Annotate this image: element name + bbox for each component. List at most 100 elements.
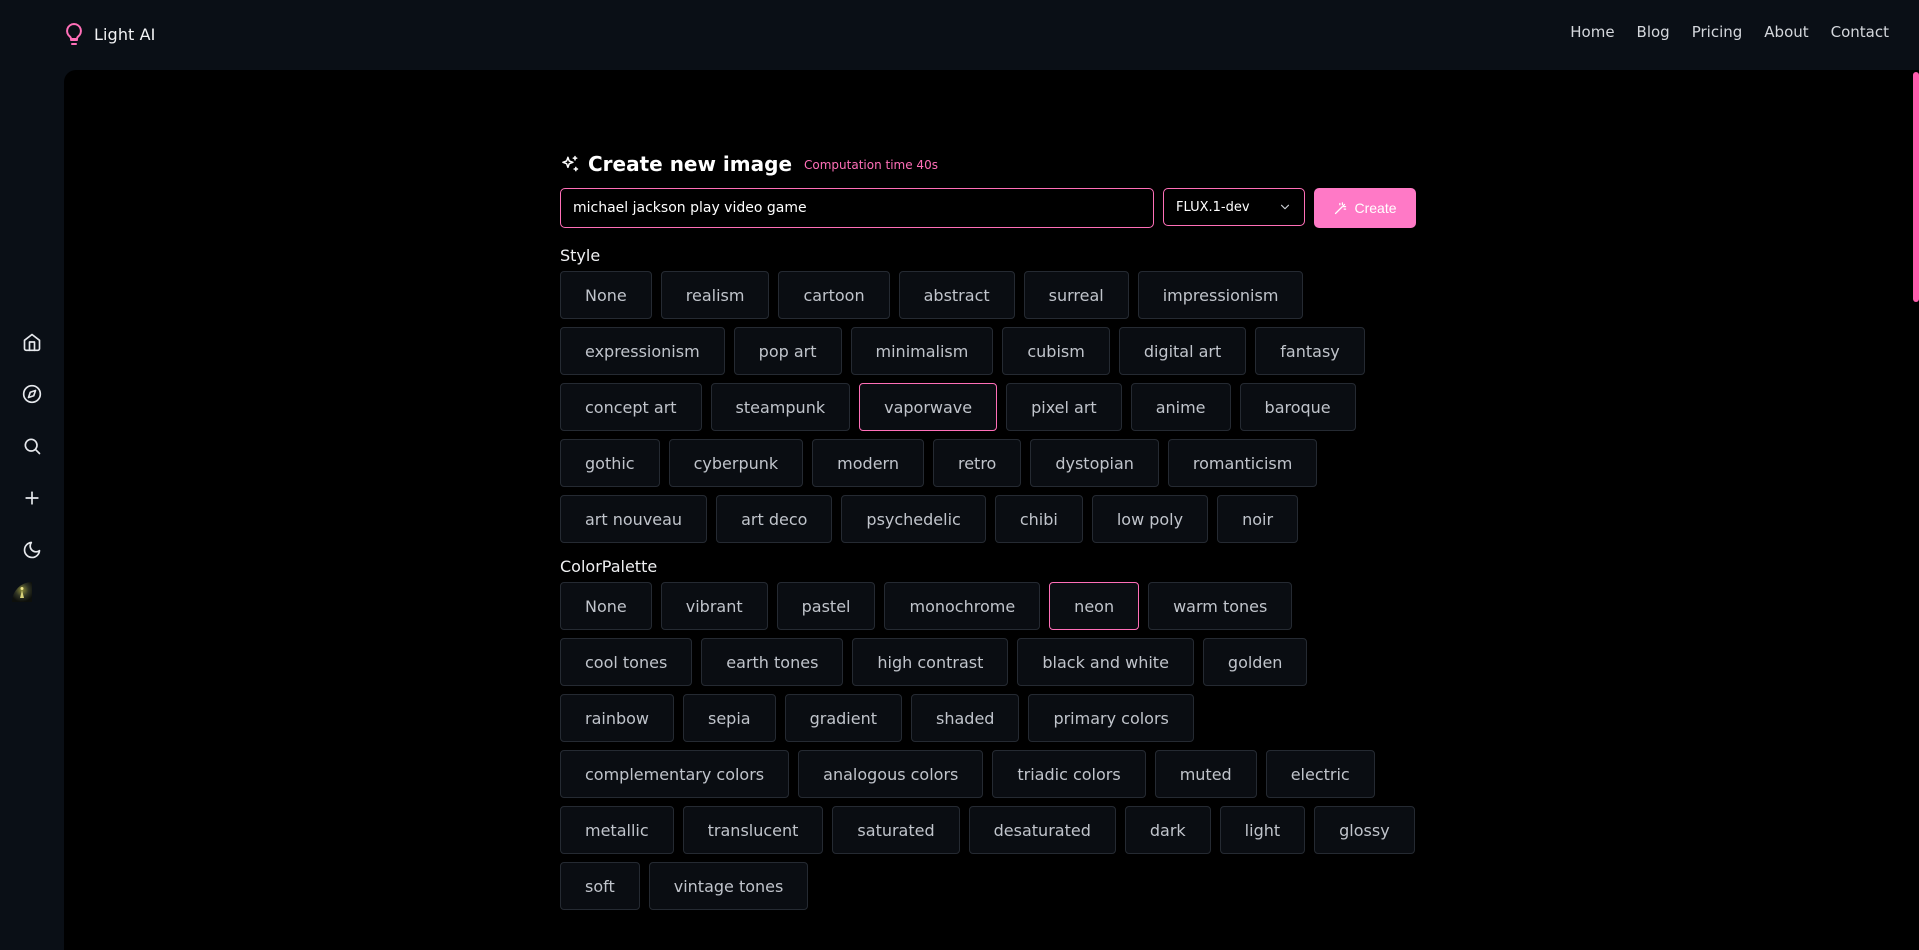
model-select[interactable]: FLUX.1-dev (1163, 188, 1305, 226)
style-chip[interactable]: fantasy (1255, 327, 1365, 375)
rail-explore-button[interactable] (12, 374, 52, 414)
palette-chip[interactable]: sepia (683, 694, 776, 742)
create-button-label: Create (1354, 200, 1397, 216)
brand-name: Light AI (94, 24, 156, 44)
palette-chip[interactable]: primary colors (1028, 694, 1194, 742)
nav-blog[interactable]: Blog (1637, 23, 1670, 41)
sidebar-rail (0, 322, 64, 634)
palette-chip[interactable]: earth tones (701, 638, 844, 686)
palette-chip[interactable]: dark (1124, 806, 1211, 854)
palette-chip[interactable]: cool tones (560, 638, 693, 686)
rail-search-button[interactable] (12, 426, 52, 466)
palette-chip[interactable]: metallic (560, 806, 674, 854)
moon-icon (23, 541, 41, 559)
create-image-form: Create new image Computation time 40s FL… (560, 150, 1420, 910)
scrollbar[interactable] (1913, 72, 1919, 302)
compass-icon (22, 384, 42, 404)
style-chip[interactable]: psychedelic (841, 495, 986, 543)
palette-chip[interactable]: monochrome (884, 582, 1041, 630)
style-chip[interactable]: digital art (1118, 327, 1247, 375)
color-palette-label: ColorPalette (560, 557, 658, 576)
palette-chip[interactable]: complementary colors (560, 750, 790, 798)
palette-chip[interactable]: analogous colors (798, 750, 984, 798)
palette-chip[interactable]: neon (1049, 582, 1140, 630)
style-chip[interactable]: chibi (994, 495, 1083, 543)
palette-chip[interactable]: shaded (911, 694, 1020, 742)
plus-icon (25, 491, 39, 505)
style-chip[interactable]: pixel art (1006, 383, 1122, 431)
rail-create-button[interactable] (12, 478, 52, 518)
home-icon (23, 333, 41, 352)
palette-chip[interactable]: warm tones (1148, 582, 1293, 630)
style-chip[interactable]: art nouveau (560, 495, 708, 543)
palette-chip[interactable]: rainbow (560, 694, 674, 742)
style-chip[interactable]: cartoon (778, 271, 890, 319)
style-chip[interactable]: pop art (733, 327, 842, 375)
style-chip[interactable]: noir (1217, 495, 1299, 543)
avatar (12, 582, 52, 622)
create-button[interactable]: Create (1314, 188, 1416, 228)
nav-about[interactable]: About (1764, 23, 1808, 41)
style-chip[interactable]: romanticism (1167, 439, 1318, 487)
nav-home[interactable]: Home (1570, 23, 1614, 41)
model-select-value: FLUX.1-dev (1176, 199, 1250, 215)
search-icon (24, 438, 41, 455)
style-chip[interactable]: anime (1130, 383, 1231, 431)
style-chip[interactable]: dystopian (1030, 439, 1159, 487)
style-chip[interactable]: cyberpunk (668, 439, 804, 487)
palette-chip[interactable]: vibrant (660, 582, 768, 630)
rail-home-button[interactable] (12, 322, 52, 362)
palette-chip[interactable]: translucent (682, 806, 824, 854)
magic-wand-icon (1335, 201, 1347, 214)
palette-chip[interactable]: triadic colors (992, 750, 1146, 798)
style-label: Style (560, 246, 601, 265)
style-chip[interactable]: abstract (898, 271, 1015, 319)
style-chip[interactable]: baroque (1239, 383, 1356, 431)
style-chip[interactable]: surreal (1023, 271, 1129, 319)
computation-time: Computation time 40s (804, 158, 938, 172)
rail-profile-button[interactable] (12, 582, 52, 622)
palette-chip[interactable]: high contrast (852, 638, 1009, 686)
palette-chip[interactable]: pastel (776, 582, 876, 630)
rail-theme-toggle[interactable] (12, 530, 52, 570)
color-palette-options: None vibrant pastel monochrome neon warm tone… (560, 582, 1420, 910)
nav-contact[interactable]: Contact (1831, 23, 1889, 41)
prompt-row: FLUX.1-dev Create (560, 188, 1420, 228)
sparkles-icon (562, 155, 579, 172)
style-chip[interactable]: steampunk (710, 383, 851, 431)
palette-chip[interactable]: black and white (1017, 638, 1194, 686)
style-options: None realism cartoon abstract surreal impress… (560, 271, 1420, 543)
style-chip[interactable]: expressionism (560, 327, 725, 375)
main-nav: Home Blog Pricing About Contact (1570, 23, 1889, 41)
style-chip[interactable]: vaporwave (859, 383, 998, 431)
palette-chip[interactable]: electric (1265, 750, 1375, 798)
page-title: Create new image (588, 152, 793, 176)
style-chip[interactable]: cubism (1002, 327, 1110, 375)
style-chip[interactable]: modern (812, 439, 924, 487)
style-chip[interactable]: impressionism (1137, 271, 1304, 319)
palette-chip[interactable]: golden (1202, 638, 1308, 686)
style-chip[interactable]: realism (660, 271, 770, 319)
palette-chip[interactable]: glossy (1314, 806, 1415, 854)
palette-chip[interactable]: muted (1154, 750, 1257, 798)
form-heading: Create new image Computation time 40s (560, 150, 1420, 178)
palette-chip[interactable]: vintage tones (648, 862, 809, 910)
style-chip[interactable]: None (560, 271, 652, 319)
style-chip[interactable]: gothic (560, 439, 660, 487)
style-chip[interactable]: retro (932, 439, 1022, 487)
chevron-down-icon (1280, 204, 1290, 210)
style-chip[interactable]: low poly (1091, 495, 1209, 543)
palette-chip[interactable]: desaturated (968, 806, 1116, 854)
palette-chip[interactable]: None (560, 582, 652, 630)
top-bar: Light AI Home Blog Pricing About Contact (0, 0, 1919, 70)
palette-chip[interactable]: saturated (832, 806, 960, 854)
nav-pricing[interactable]: Pricing (1692, 23, 1743, 41)
style-chip[interactable]: concept art (560, 383, 702, 431)
palette-chip[interactable]: light (1219, 806, 1306, 854)
palette-chip[interactable]: gradient (784, 694, 902, 742)
brand[interactable]: Light AI (62, 22, 155, 46)
palette-chip[interactable]: soft (560, 862, 640, 910)
style-chip[interactable]: art deco (716, 495, 833, 543)
prompt-input[interactable] (560, 188, 1154, 228)
style-chip[interactable]: minimalism (850, 327, 994, 375)
